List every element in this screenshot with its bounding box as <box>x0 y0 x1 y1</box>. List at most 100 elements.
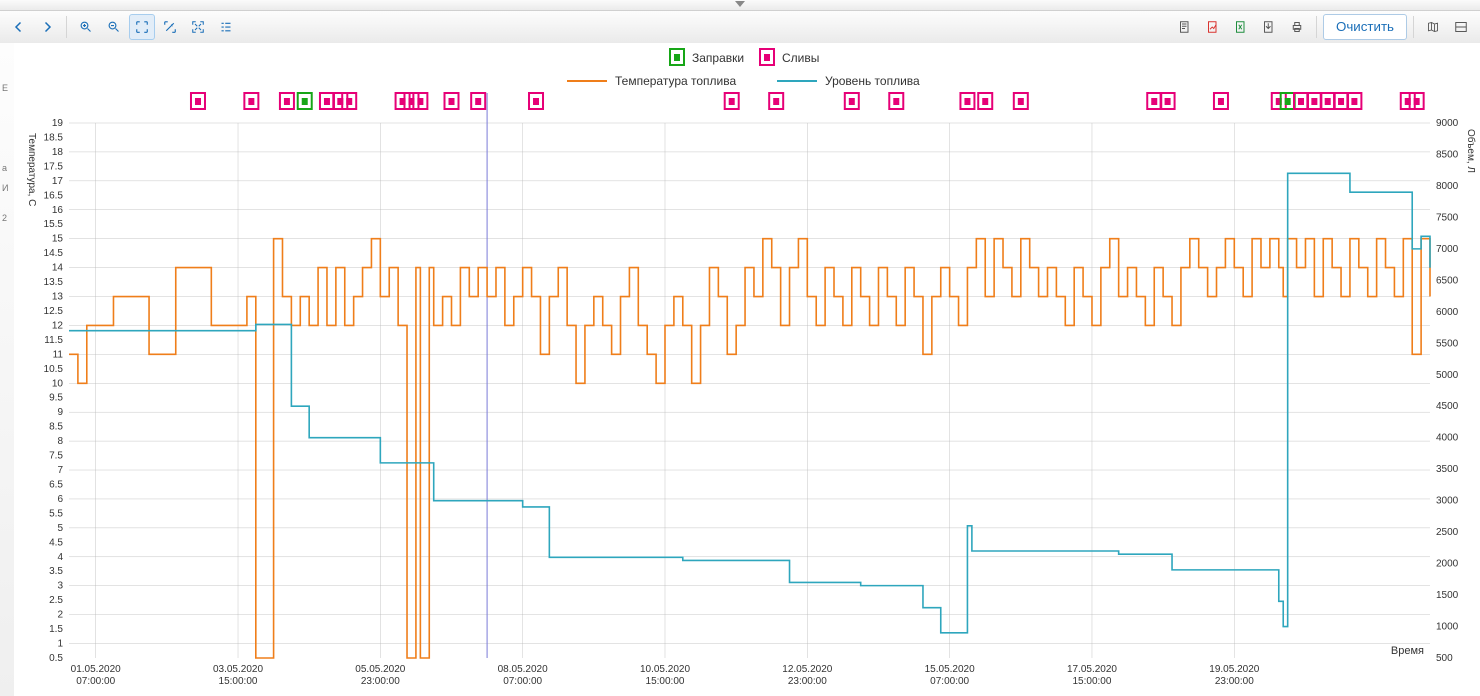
svg-text:19.05.2020: 19.05.2020 <box>1209 664 1259 675</box>
svg-text:Объем, Л: Объем, Л <box>1465 129 1477 173</box>
drain-marker[interactable] <box>725 93 739 109</box>
drain-marker[interactable] <box>244 93 258 109</box>
zoom-in-button[interactable] <box>73 14 99 40</box>
svg-text:4500: 4500 <box>1436 401 1459 412</box>
drain-marker[interactable] <box>471 93 485 109</box>
drain-marker[interactable] <box>978 93 992 109</box>
legend-level: Уровень топлива <box>825 74 920 88</box>
svg-text:12.5: 12.5 <box>44 306 64 317</box>
clear-button[interactable]: Очистить <box>1323 14 1407 40</box>
legend-refuels: Заправки <box>692 51 744 65</box>
svg-text:23:00:00: 23:00:00 <box>1215 676 1254 687</box>
drain-marker[interactable] <box>960 93 974 109</box>
svg-text:15.05.2020: 15.05.2020 <box>925 664 975 675</box>
refuel-marker[interactable] <box>1281 93 1295 109</box>
svg-text:10.5: 10.5 <box>44 364 64 375</box>
svg-text:01.05.2020: 01.05.2020 <box>71 664 121 675</box>
drain-marker[interactable] <box>1214 93 1228 109</box>
svg-text:8500: 8500 <box>1436 149 1459 160</box>
svg-text:7: 7 <box>57 465 63 476</box>
svg-text:4: 4 <box>57 552 63 563</box>
svg-text:Температура, С: Температура, С <box>26 133 37 206</box>
svg-text:13.5: 13.5 <box>44 277 64 288</box>
export-text-button[interactable] <box>1172 14 1198 40</box>
zoom-fit-button[interactable] <box>185 14 211 40</box>
export-pdf-button[interactable] <box>1200 14 1226 40</box>
svg-text:3: 3 <box>57 581 63 592</box>
svg-text:1500: 1500 <box>1436 590 1459 601</box>
drain-marker[interactable] <box>342 93 356 109</box>
svg-text:0.5: 0.5 <box>49 653 63 664</box>
drain-marker[interactable] <box>769 93 783 109</box>
svg-text:19: 19 <box>52 118 64 129</box>
drain-marker[interactable] <box>445 93 459 109</box>
drain-marker[interactable] <box>1401 93 1415 109</box>
svg-text:7.5: 7.5 <box>49 451 63 462</box>
svg-text:03.05.2020: 03.05.2020 <box>213 664 263 675</box>
svg-text:11.5: 11.5 <box>44 335 63 346</box>
print-button[interactable] <box>1284 14 1310 40</box>
svg-text:9.5: 9.5 <box>49 393 63 404</box>
drain-marker[interactable] <box>404 93 418 109</box>
legend-temperature: Температура топлива <box>615 74 736 88</box>
legend-drain-icon <box>760 49 774 65</box>
svg-text:11: 11 <box>53 349 64 360</box>
drain-marker[interactable] <box>413 93 427 109</box>
nav-back-button[interactable] <box>6 14 32 40</box>
svg-text:15.5: 15.5 <box>44 219 64 230</box>
svg-text:17: 17 <box>52 176 64 187</box>
svg-text:3.5: 3.5 <box>49 566 63 577</box>
svg-text:500: 500 <box>1436 653 1453 664</box>
svg-text:7500: 7500 <box>1436 212 1459 223</box>
svg-text:15: 15 <box>52 234 64 245</box>
toggle-legend-button[interactable] <box>213 14 239 40</box>
svg-text:6500: 6500 <box>1436 275 1459 286</box>
svg-text:5500: 5500 <box>1436 338 1459 349</box>
svg-text:2500: 2500 <box>1436 527 1459 538</box>
drain-marker[interactable] <box>1410 93 1424 109</box>
zoom-region-button[interactable] <box>129 14 155 40</box>
svg-text:1.5: 1.5 <box>49 624 63 635</box>
export-image-button[interactable] <box>1256 14 1282 40</box>
drain-marker[interactable] <box>333 93 347 109</box>
svg-text:15:00:00: 15:00:00 <box>1073 676 1112 687</box>
svg-text:4000: 4000 <box>1436 433 1459 444</box>
svg-text:1000: 1000 <box>1436 622 1459 633</box>
fuel-chart[interactable]: 0.511.522.533.544.555.566.577.588.599.51… <box>14 43 1480 696</box>
drain-marker[interactable] <box>396 93 410 109</box>
drain-marker[interactable] <box>320 93 334 109</box>
refuel-marker[interactable] <box>298 93 312 109</box>
svg-text:07:00:00: 07:00:00 <box>503 676 542 687</box>
svg-text:5: 5 <box>57 523 63 534</box>
drain-marker[interactable] <box>845 93 859 109</box>
drain-marker[interactable] <box>1307 93 1321 109</box>
drain-marker[interactable] <box>1272 93 1286 109</box>
svg-text:08.05.2020: 08.05.2020 <box>498 664 548 675</box>
svg-text:8.5: 8.5 <box>49 422 63 433</box>
drain-marker[interactable] <box>529 93 543 109</box>
panel-button[interactable] <box>1448 14 1474 40</box>
svg-text:14.5: 14.5 <box>44 248 64 259</box>
drain-marker[interactable] <box>1334 93 1348 109</box>
drain-marker[interactable] <box>1347 93 1361 109</box>
drain-marker[interactable] <box>1294 93 1308 109</box>
nav-forward-button[interactable] <box>34 14 60 40</box>
chevron-down-icon <box>735 1 745 7</box>
drain-marker[interactable] <box>1014 93 1028 109</box>
map-button[interactable] <box>1420 14 1446 40</box>
drain-marker[interactable] <box>1147 93 1161 109</box>
panel-collapse-bar[interactable] <box>0 0 1480 11</box>
zoom-out-button[interactable] <box>101 14 127 40</box>
drain-marker[interactable] <box>1161 93 1175 109</box>
svg-text:23:00:00: 23:00:00 <box>788 676 827 687</box>
drain-marker[interactable] <box>889 93 903 109</box>
svg-text:10.05.2020: 10.05.2020 <box>640 664 690 675</box>
svg-text:Время: Время <box>1391 645 1424 657</box>
drain-marker[interactable] <box>280 93 294 109</box>
drain-marker[interactable] <box>1321 93 1335 109</box>
drain-marker[interactable] <box>191 93 205 109</box>
svg-text:15:00:00: 15:00:00 <box>219 676 258 687</box>
zoom-x-button[interactable]: x <box>157 14 183 40</box>
svg-text:3500: 3500 <box>1436 464 1459 475</box>
export-xls-button[interactable] <box>1228 14 1254 40</box>
